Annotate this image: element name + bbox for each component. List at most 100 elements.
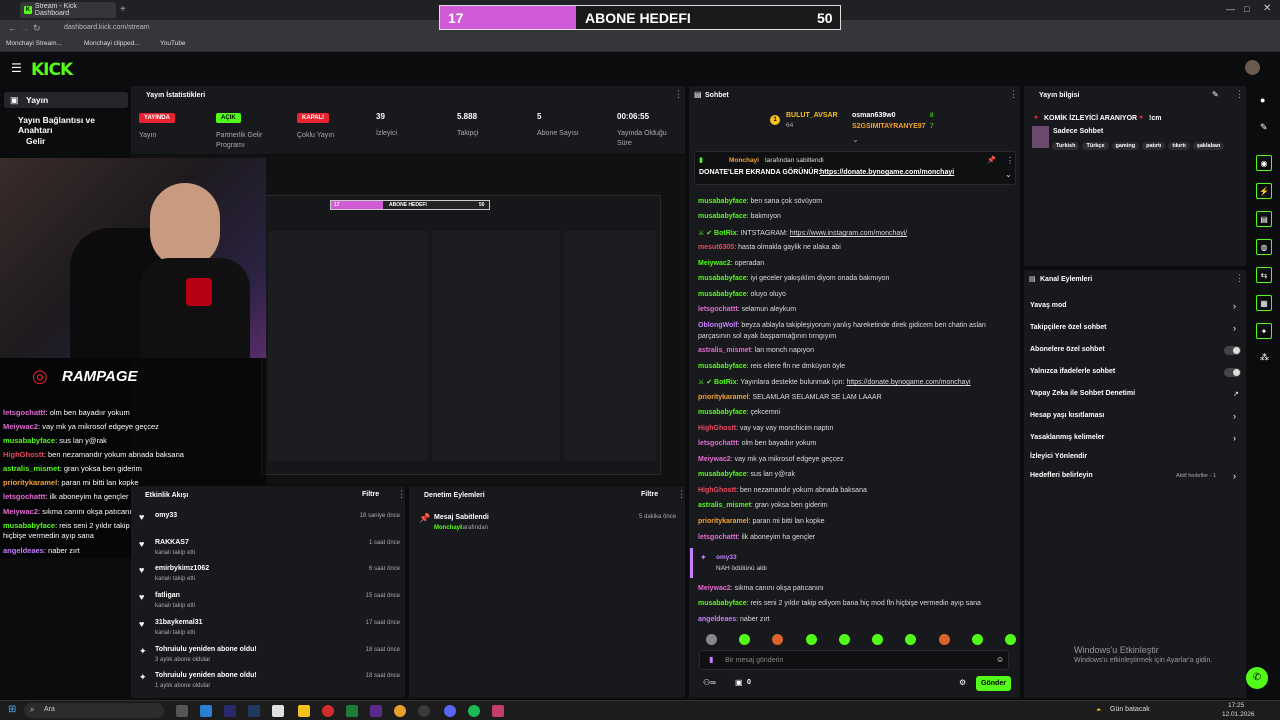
channel-action-1[interactable]: Takipçilere özel sohbet [1030, 324, 1107, 331]
mod-action-user[interactable]: Monchayi [434, 525, 462, 531]
opera-icon[interactable] [322, 705, 334, 717]
emote-icon[interactable] [905, 634, 916, 645]
chat-username[interactable]: musababyface [698, 213, 747, 220]
chat-username[interactable]: musababyface [698, 291, 747, 298]
menu-icon[interactable]: ☰ [11, 61, 22, 75]
more-options-icon[interactable]: ⋮ [1006, 156, 1014, 165]
stream-tag[interactable]: şaklaban [1192, 142, 1225, 150]
pinned-link[interactable]: https://donate.bynogame.com/monchayi [820, 169, 954, 176]
windows-start-icon[interactable]: ⊞ [8, 704, 16, 715]
chevron-right-icon[interactable]: › [1233, 301, 1236, 311]
chat-username[interactable]: Meiywac2 [698, 585, 731, 592]
activity-event[interactable]: ♥ fatligan kanalı takip etti 15 saat önce [135, 590, 405, 617]
emoji-icon[interactable]: ☺ [996, 655, 1004, 664]
rail-button-grid[interactable]: ▦ [1256, 295, 1272, 311]
top-gifter-name[interactable]: osman639w0 [852, 112, 896, 119]
avatar[interactable] [1245, 60, 1260, 75]
chat-username[interactable]: astralis_mismet [698, 502, 751, 509]
sidebar-item-stream-key[interactable]: Yayın Bağlantısı ve Anahtarı [18, 115, 130, 135]
browser-tab[interactable]: K Stream - Kick Dashboard [20, 2, 116, 18]
channel-action-3[interactable]: Yalnızca ifadelerle sohbet [1030, 368, 1115, 375]
premiere-pro-icon[interactable] [370, 705, 382, 717]
stream-tag[interactable]: Türkçe [1082, 142, 1109, 150]
activity-event[interactable]: ✦ Tohruiulu yeniden abone oldu! 1 aylık ab… [135, 670, 405, 697]
more-options-icon[interactable]: ⋮ [677, 490, 686, 500]
channel-action-7[interactable]: İzleyici Yönlendir [1030, 453, 1087, 460]
taskbar-search[interactable]: ⌕ Ara [24, 703, 164, 718]
redeem-user[interactable]: omy33 [716, 554, 737, 561]
chat-link[interactable]: https://donate.bynogame.com/monchayi [846, 379, 970, 386]
edit-icon[interactable]: ✎ [1212, 90, 1219, 99]
chat-username[interactable]: prioritykaramel [698, 518, 749, 525]
spotify-icon[interactable] [468, 705, 480, 717]
activity-event[interactable]: ♥ 31baykemal31 kanalı takip etti 17 saat ön… [135, 617, 405, 644]
stream-tag[interactable]: patırtı [1142, 142, 1166, 150]
chat-username[interactable]: musababyface [698, 363, 747, 370]
pinned-by-user[interactable]: Monchayi [729, 157, 759, 164]
activity-filter-button[interactable]: Filtre [362, 491, 379, 498]
chat-username[interactable]: Meiywac2 [698, 260, 731, 267]
collapse-icon[interactable]: ⌄ [1005, 170, 1012, 179]
activity-event[interactable]: ♥ omy33 18 saniye önce [135, 510, 405, 537]
activity-event[interactable]: ✦ Tohruiulu yeniden abone oldu! 3 aylık ab… [135, 644, 405, 671]
chat-username[interactable]: letsgochattt [698, 306, 738, 313]
app-icon[interactable] [492, 705, 504, 717]
sidebar-item-yayin[interactable]: Yayın [26, 95, 48, 105]
chrome-icon[interactable] [394, 705, 406, 717]
channel-points-icon[interactable]: ⚇∞ [703, 678, 716, 687]
chat-input[interactable]: ▮ Bir mesaj gönderin ☺ [699, 650, 1009, 670]
moderation-filter-button[interactable]: Filtre [641, 491, 658, 498]
chat-username[interactable]: musababyface [698, 600, 747, 607]
emote-icon[interactable] [772, 634, 783, 645]
stream-tag[interactable]: gaming [1111, 142, 1140, 150]
chat-username[interactable]: musababyface [698, 471, 747, 478]
chat-username[interactable]: BotRix [714, 379, 737, 386]
rail-button-bolt[interactable]: ⚡ [1256, 183, 1272, 199]
toggle-switch[interactable] [1224, 346, 1241, 355]
discord-icon[interactable] [444, 705, 456, 717]
obs-icon[interactable] [418, 705, 430, 717]
reload-icon[interactable]: ↻ [33, 23, 41, 34]
chevron-right-icon[interactable]: › [1233, 433, 1236, 443]
chat-username[interactable]: mesut6305 [698, 244, 734, 251]
activity-event[interactable]: ♥ RAKKAS7 kanalı takip etti 1 saat önce [135, 537, 405, 564]
premiere-icon[interactable] [224, 705, 236, 717]
chat-username[interactable]: BotRix [714, 230, 737, 237]
stream-tag[interactable]: Turkish [1052, 142, 1080, 150]
emote-icon[interactable] [706, 634, 717, 645]
chevron-right-icon[interactable]: › [1233, 411, 1236, 421]
info-icon[interactable]: ● [1260, 95, 1265, 105]
toggle-switch[interactable] [1224, 368, 1241, 377]
weather-text[interactable]: Gün batacak [1110, 706, 1150, 713]
gift-icon[interactable]: ▣ [735, 678, 743, 687]
emote-icon[interactable] [972, 634, 983, 645]
community-icon[interactable]: ⁂ [1260, 352, 1269, 363]
emote-icon[interactable] [872, 634, 883, 645]
chat-link[interactable]: https://www.instagram.com/monchayi/ [790, 230, 908, 237]
more-options-icon[interactable]: ⋮ [1235, 90, 1244, 100]
channel-action-8[interactable]: Hedefleri belirleyin [1030, 472, 1093, 479]
chat-username[interactable]: astralis_mismet [698, 347, 751, 354]
chevron-right-icon[interactable]: › [1233, 323, 1236, 333]
url-field[interactable]: dashboard.kick.com/stream [64, 24, 150, 31]
bookmark-item[interactable]: Monchayi clipped... [84, 40, 140, 47]
emote-icon[interactable] [806, 634, 817, 645]
chat-username[interactable]: HighGhostt [698, 425, 736, 432]
emote-icon[interactable] [739, 634, 750, 645]
edge-icon[interactable] [200, 705, 212, 717]
chat-username[interactable]: musababyface [698, 409, 747, 416]
rail-button-camera[interactable]: ◉ [1256, 155, 1272, 171]
chat-username[interactable]: HighGhostt [698, 487, 736, 494]
rail-button-doc[interactable]: ▤ [1256, 211, 1272, 227]
channel-action-4[interactable]: Yapay Zeka ile Sohbet Denetimi [1030, 390, 1135, 397]
new-tab-button[interactable]: + [120, 4, 126, 15]
channel-action-2[interactable]: Abonelere özel sohbet [1030, 346, 1105, 353]
explorer-icon[interactable] [298, 705, 310, 717]
pencil-icon[interactable]: ✎ [1260, 122, 1268, 133]
emote-icon[interactable] [939, 634, 950, 645]
task-view-icon[interactable] [176, 705, 188, 717]
chat-username[interactable]: OblongWolf [698, 322, 738, 329]
rail-button-chat[interactable]: ◍ [1256, 239, 1272, 255]
minimize-icon[interactable]: — [1226, 4, 1235, 14]
support-chat-button[interactable]: ✆ [1246, 667, 1268, 689]
